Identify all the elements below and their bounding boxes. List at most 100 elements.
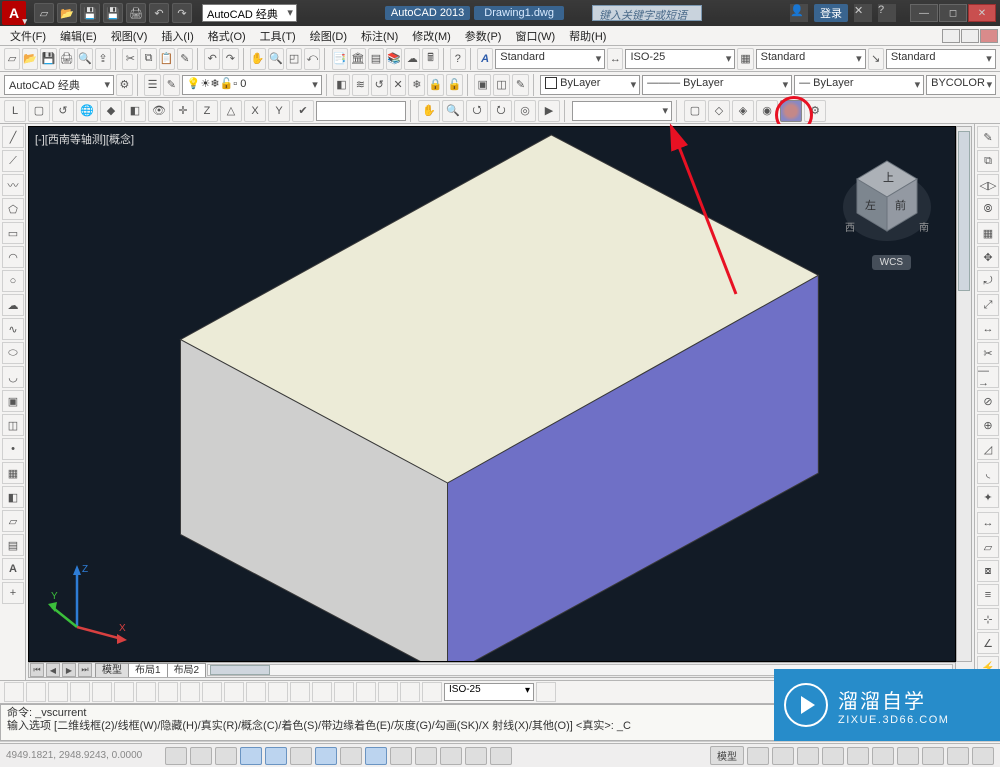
coordinates-display[interactable]: 4949.1821, 2948.9243, 0.0000 xyxy=(6,750,156,761)
vs-manage-icon[interactable]: ⚙ xyxy=(804,100,826,122)
undo-icon[interactable]: ↶ xyxy=(149,3,169,23)
textstyle-dropdown[interactable]: Standard xyxy=(495,49,605,69)
otrack-toggle[interactable] xyxy=(315,747,337,765)
zoom-rt-icon[interactable]: 🔍 xyxy=(442,100,464,122)
tolerance-icon[interactable] xyxy=(290,682,310,702)
matchprop-icon[interactable]: ✎ xyxy=(177,48,193,70)
dim-arc-icon[interactable] xyxy=(48,682,68,702)
zoom-win-icon[interactable]: ◰ xyxy=(286,48,302,70)
snap-toggle[interactable] xyxy=(165,747,187,765)
qcalc-icon[interactable]: 🖩 xyxy=(422,48,438,70)
lwt-toggle[interactable] xyxy=(390,747,412,765)
mirror-icon[interactable]: ◁▷ xyxy=(977,174,999,196)
menu-dimension[interactable]: 标注(N) xyxy=(355,26,404,46)
ucs-triad-icon[interactable]: Z X Y xyxy=(47,557,137,647)
makeblock-icon[interactable]: ◫ xyxy=(493,74,510,96)
paste-icon[interactable]: 📋 xyxy=(159,48,175,70)
circle-icon[interactable]: ○ xyxy=(2,270,24,292)
namedview-dropdown[interactable] xyxy=(572,101,672,121)
ucs-view-icon[interactable]: 👁 xyxy=(148,100,170,122)
trim-icon[interactable]: ✂ xyxy=(977,342,999,364)
point-icon[interactable]: • xyxy=(2,438,24,460)
mdi-close[interactable] xyxy=(980,29,998,43)
makeblk-icon[interactable]: ◫ xyxy=(2,414,24,436)
table-icon[interactable]: ▤ xyxy=(2,534,24,556)
xline-icon[interactable]: ⟋ xyxy=(2,150,24,172)
ducs-toggle[interactable] xyxy=(340,747,362,765)
pan-icon[interactable]: ✋ xyxy=(418,100,440,122)
area-icon[interactable]: ▱ xyxy=(977,536,999,558)
close-button[interactable]: ✕ xyxy=(968,4,996,22)
ortho-toggle[interactable] xyxy=(215,747,237,765)
dim-space-icon[interactable] xyxy=(246,682,266,702)
open-icon[interactable]: 📂 xyxy=(57,3,77,23)
publish-icon[interactable]: ⇪ xyxy=(95,48,111,70)
inspect-icon[interactable] xyxy=(334,682,354,702)
space-pill[interactable]: 模型 xyxy=(710,746,744,765)
angle-icon[interactable]: ∠ xyxy=(977,632,999,654)
dim-aligned-icon[interactable] xyxy=(26,682,46,702)
dim-baseline-icon[interactable] xyxy=(202,682,222,702)
redo-icon[interactable]: ↷ xyxy=(172,3,192,23)
menu-edit[interactable]: 编辑(E) xyxy=(54,26,103,46)
copy-icon[interactable]: ⧉ xyxy=(140,48,156,70)
new-doc-icon[interactable]: ▱ xyxy=(4,48,20,70)
properties-icon[interactable]: 📑 xyxy=(332,48,348,70)
offset-icon[interactable]: ⦾ xyxy=(977,198,999,220)
spline-icon[interactable]: ∿ xyxy=(2,318,24,340)
menu-window[interactable]: 窗口(W) xyxy=(509,26,561,46)
dimstyle2-dropdown[interactable]: ISO-25 xyxy=(444,683,534,701)
isolate-icon[interactable] xyxy=(947,747,969,765)
dimupdate-icon[interactable] xyxy=(422,682,442,702)
dim-radius-icon[interactable] xyxy=(92,682,112,702)
sc-toggle[interactable] xyxy=(465,747,487,765)
maximize-button[interactable]: ◻ xyxy=(939,4,967,22)
orbit-icon[interactable]: ⭯ xyxy=(466,100,488,122)
id-icon[interactable]: ⊹ xyxy=(977,608,999,630)
dist-icon[interactable]: ↔ xyxy=(977,512,999,534)
save-doc-icon[interactable]: 💾 xyxy=(40,48,56,70)
viewcube[interactable]: 上 左 前 西 南 xyxy=(839,151,935,247)
line-icon[interactable]: ╱ xyxy=(2,126,24,148)
dim-linear-icon[interactable] xyxy=(4,682,24,702)
massprop-icon[interactable]: ⧇ xyxy=(977,560,999,582)
fillet-icon[interactable]: ◟ xyxy=(977,462,999,484)
layerunlock-icon[interactable]: 🔓 xyxy=(446,74,463,96)
viewport[interactable]: [-][西南等轴测][概念] Z X Y xyxy=(28,126,956,662)
open-doc-icon[interactable]: 📂 xyxy=(22,48,38,70)
dyn-toggle[interactable] xyxy=(365,747,387,765)
tab-layout2[interactable]: 布局2 xyxy=(167,663,207,677)
mleaderstyle-dropdown[interactable]: Standard xyxy=(886,49,996,69)
tab-model[interactable]: 模型 xyxy=(95,663,129,677)
tab-next-icon[interactable]: ▶ xyxy=(62,663,76,677)
hatch-icon[interactable]: ▦ xyxy=(2,462,24,484)
dimstylemgr-icon[interactable] xyxy=(536,682,556,702)
app-menu-button[interactable]: A xyxy=(2,1,26,25)
menu-help[interactable]: 帮助(H) xyxy=(563,26,612,46)
toolpal-icon[interactable]: ▤ xyxy=(368,48,384,70)
dim-continue-icon[interactable] xyxy=(224,682,244,702)
zoom-prev-icon[interactable]: ⤺ xyxy=(304,48,320,70)
menu-format[interactable]: 格式(O) xyxy=(202,26,252,46)
tab-layout1[interactable]: 布局1 xyxy=(128,663,168,677)
layer-dropdown[interactable]: 💡☀❄🔓▫ 0 xyxy=(182,75,322,95)
dim-angular-icon[interactable] xyxy=(158,682,178,702)
tablestyle-dropdown[interactable]: Standard xyxy=(756,49,866,69)
mdi-restore[interactable] xyxy=(961,29,979,43)
scale-icon[interactable]: ⤢ xyxy=(977,294,999,316)
exchange-icon[interactable]: ✕ xyxy=(854,4,872,22)
qv-drawings-icon[interactable] xyxy=(772,747,794,765)
ucs-x-icon[interactable]: X xyxy=(244,100,266,122)
qv-layouts-icon[interactable] xyxy=(747,747,769,765)
annoscale-icon[interactable] xyxy=(797,747,819,765)
layermatch-icon[interactable]: ≋ xyxy=(352,74,369,96)
ucs-origin-icon[interactable]: ✛ xyxy=(172,100,194,122)
pan-icon-a[interactable]: ✋ xyxy=(250,48,266,70)
copy-obj-icon[interactable]: ⧉ xyxy=(977,150,999,172)
sheetset-icon[interactable]: 📚 xyxy=(386,48,402,70)
vs-realistic-icon[interactable]: ◉ xyxy=(756,100,778,122)
array-icon[interactable]: ▦ xyxy=(977,222,999,244)
minimize-button[interactable]: — xyxy=(910,4,938,22)
osnap-toggle[interactable] xyxy=(265,747,287,765)
annovis-icon[interactable] xyxy=(822,747,844,765)
